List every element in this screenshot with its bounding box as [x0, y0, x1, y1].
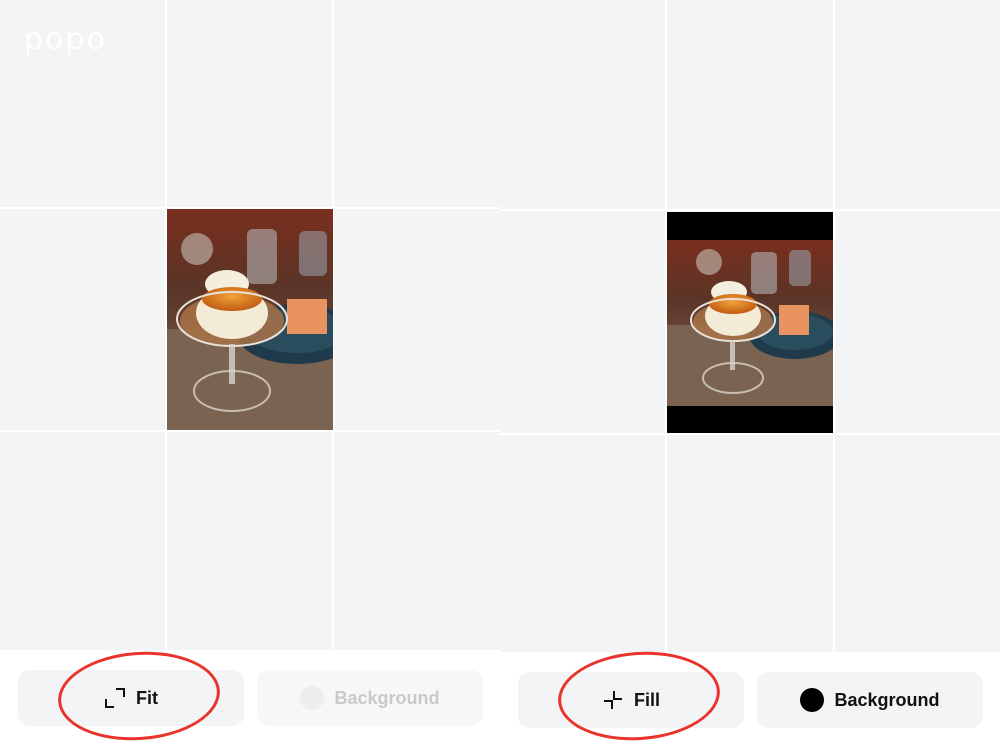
collapse-corners-icon	[604, 691, 622, 709]
background-button-label: Background	[834, 689, 940, 710]
editor-canvas[interactable]	[500, 0, 1000, 652]
dessert-photo	[167, 209, 333, 430]
background-button[interactable]: Background	[757, 672, 983, 728]
app-watermark: popo	[24, 22, 107, 57]
background-color-swatch	[300, 686, 325, 710]
bottom-toolbar: Fit Background	[0, 646, 500, 750]
left-panel: popo Fit Background	[0, 0, 500, 750]
dessert-photo	[667, 240, 833, 406]
background-button[interactable]: Background	[257, 670, 483, 726]
background-color-swatch	[800, 688, 825, 712]
expand-corners-icon	[105, 688, 125, 708]
photo-frame[interactable]	[667, 212, 833, 433]
grid-line	[500, 433, 1000, 435]
right-panel: Fill Background	[500, 0, 1000, 750]
grid-line	[500, 209, 1000, 211]
photo-image	[667, 240, 833, 406]
fill-button[interactable]: Fill	[518, 672, 744, 728]
fit-button-label: Fit	[136, 687, 158, 708]
background-button-label: Background	[334, 687, 440, 708]
bottom-toolbar: Fill Background	[500, 646, 1000, 750]
grid-line	[833, 0, 835, 652]
fit-button[interactable]: Fit	[18, 670, 244, 726]
fill-button-label: Fill	[634, 689, 660, 710]
editor-canvas[interactable]: popo	[0, 0, 500, 650]
grid-line	[0, 430, 500, 432]
photo-image[interactable]	[167, 209, 333, 430]
